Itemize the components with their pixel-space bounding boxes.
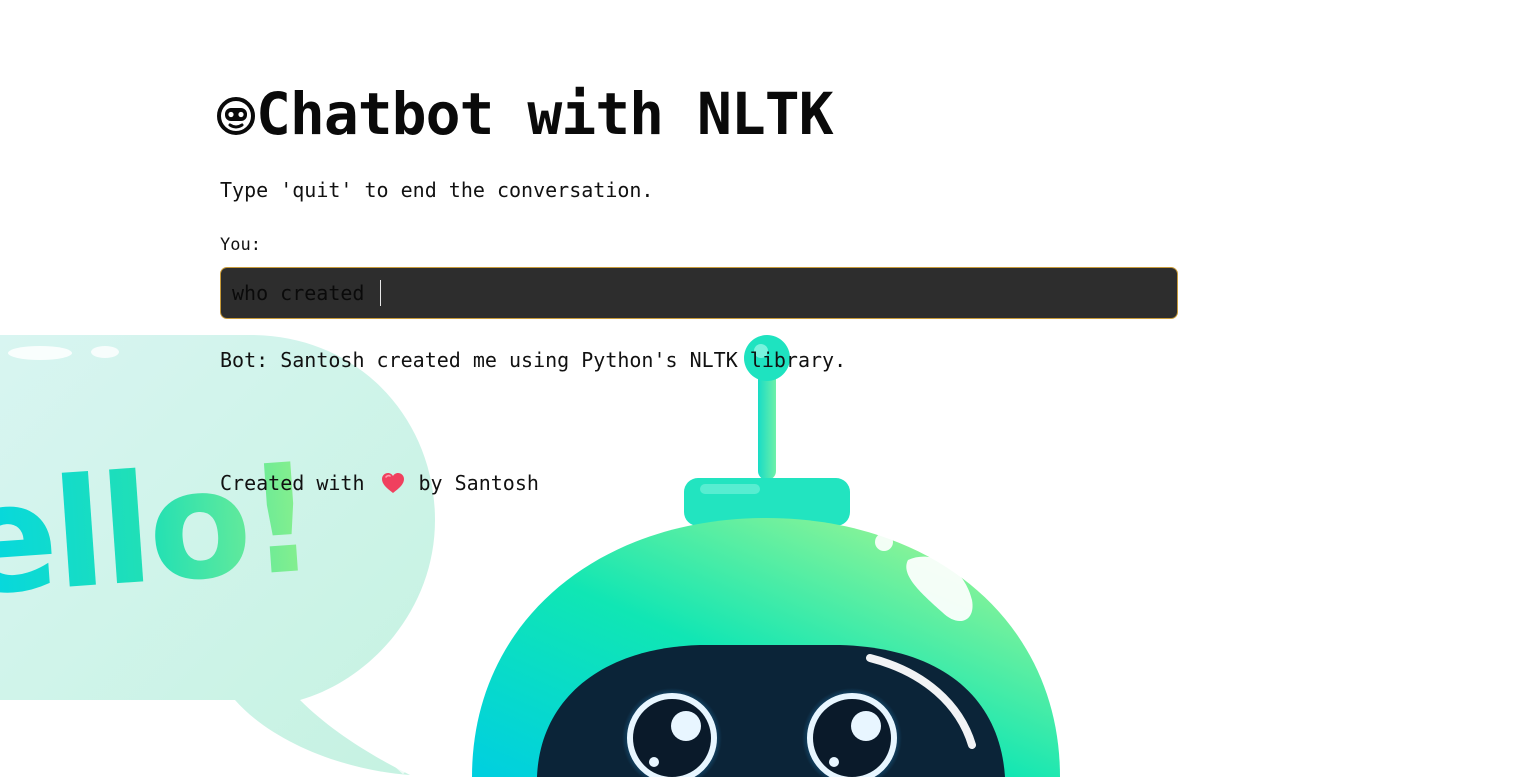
footer: Created with by Santosh xyxy=(220,469,539,497)
message-input[interactable]: who created xyxy=(220,267,1178,319)
robot-illustration xyxy=(472,335,1060,777)
heart-icon xyxy=(381,473,404,493)
bot-response: Bot: Santosh created me using Python's N… xyxy=(220,348,847,372)
instructions-text: Type 'quit' to end the conversation. xyxy=(220,178,654,202)
hello-lettering: ello! xyxy=(0,432,317,630)
hello-text: ello! xyxy=(0,432,317,630)
footer-prefix: Created with xyxy=(220,471,365,495)
page-title-text: Chatbot with NLTK xyxy=(256,80,834,148)
robot-face-icon xyxy=(217,97,255,135)
footer-suffix: by Santosh xyxy=(418,471,539,495)
page-title: Chatbot with NLTK xyxy=(216,78,834,150)
message-input-value[interactable]: who created xyxy=(232,281,377,305)
you-label: You: xyxy=(220,235,261,255)
text-caret xyxy=(379,280,381,306)
